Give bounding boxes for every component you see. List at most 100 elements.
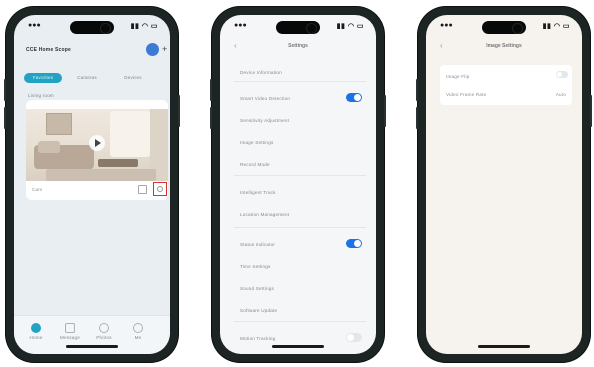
settings-screen: ●●● ▮▮ ◠ ▭ ‹ Settings Device Information… [220,15,376,354]
toggle-knob [557,72,562,77]
dynamic-island [276,21,320,34]
camera-preview[interactable] [26,109,168,181]
share-icon[interactable] [138,185,147,194]
settings-row[interactable]: Record Mode [234,159,366,170]
tab-message[interactable]: Message [58,323,82,340]
page-title: Settings [288,43,308,49]
side-button [416,79,418,101]
device-tabs: Favorites Cameras Devices [24,73,162,85]
section-label: Living room [28,93,54,98]
tab-message-label: Message [59,335,81,340]
row-label: Smart Video Detection [240,96,291,101]
me-icon [133,323,143,333]
side-button [4,107,6,129]
settings-row[interactable]: Intelligent Track [234,187,366,198]
settings-row[interactable]: Motion Tracking [234,333,366,344]
tab-favorites[interactable]: Favorites [24,73,62,83]
divider [234,321,366,322]
tab-home[interactable]: Home [24,323,48,340]
tab-cameras[interactable]: Cameras [68,73,106,83]
settings-row[interactable]: Location Management [234,209,366,220]
row-label: Location Management [240,212,290,217]
camera-card[interactable]: Cam [26,100,168,200]
settings-button[interactable] [153,182,167,196]
row-label: Image Settings [240,140,274,145]
settings-group: Image Flip Video Frame Rate Auto [440,65,572,105]
phone-settings-screen: ●●● ▮▮ ◠ ▭ ‹ Settings Device Information… [210,7,386,362]
row-label: Sound Settings [240,286,274,291]
settings-row[interactable]: Smart Video Detection [234,93,366,104]
settings-row[interactable]: Device Information [234,67,366,78]
coffee-table [98,159,138,167]
signal-battery-icon: ▮▮ ◠ ▭ [542,23,570,30]
settings-row[interactable]: Time Settings [234,261,366,272]
profile-icon[interactable] [146,43,159,56]
home-indicator[interactable] [478,345,530,348]
row-label: Motion Tracking [240,336,276,341]
settings-row[interactable]: Sound Settings [234,283,366,294]
status-time-icon: ●●● [28,22,41,29]
home-icon [31,323,41,333]
dynamic-island [70,21,114,34]
settings-row[interactable]: Status Indicator [234,239,366,250]
side-button [384,95,386,127]
row-label: Image Flip [446,74,470,79]
row-label: Device Information [240,70,282,75]
toggle-knob [347,334,354,341]
image-flip-toggle[interactable] [556,71,568,78]
side-button [210,79,212,101]
divider [234,81,366,82]
device-label: Cam [32,187,43,192]
home-indicator[interactable] [66,345,118,348]
tracking-toggle[interactable] [346,333,362,342]
add-device-icon[interactable]: + [162,45,167,54]
gear-icon [157,186,163,192]
front-camera-icon [512,23,523,34]
toggle-knob [354,94,361,101]
row-label: Time Settings [240,264,271,269]
dynamic-island [482,21,526,34]
play-icon [95,139,101,147]
frame-rate-row[interactable]: Video Frame Rate Auto [440,89,572,100]
tab-home-label: Home [29,335,43,340]
status-time-icon: ●●● [234,22,247,29]
detection-toggle[interactable] [346,93,362,102]
tab-photos[interactable]: Photos [92,323,116,340]
front-camera-icon [306,23,317,34]
phone-home-screen: ●●● ▮▮ ◠ ▭ CCE Home Scope + Favorites Ca… [4,7,180,362]
home-title[interactable]: CCE Home Scope [26,47,71,53]
settings-row[interactable]: Sensitivity Adjustment [234,115,366,126]
sofa-cushion [38,141,60,153]
side-button [210,107,212,129]
home-indicator[interactable] [272,345,324,348]
side-button [590,95,592,127]
play-button[interactable] [89,135,105,151]
row-label: Video Frame Rate [446,92,487,97]
tab-me-label: Me [134,335,142,340]
status-time-icon: ●●● [440,22,453,29]
settings-row[interactable]: Software Update [234,305,366,316]
tab-me[interactable]: Me [126,323,150,340]
home-screen: ●●● ▮▮ ◠ ▭ CCE Home Scope + Favorites Ca… [14,15,170,354]
phone-image-settings-screen: ●●● ▮▮ ◠ ▭ ‹ Image Settings Image Flip V… [416,7,592,362]
photos-icon [99,323,109,333]
toggle-knob [354,240,361,247]
row-label: Record Mode [240,162,270,167]
side-button [178,95,180,127]
divider [234,227,366,228]
status-bar: ●●● ▮▮ ◠ ▭ [14,21,170,35]
row-label: Status Indicator [240,242,276,247]
floor-rug [46,169,156,181]
image-settings-screen: ●●● ▮▮ ◠ ▭ ‹ Image Settings Image Flip V… [426,15,582,354]
tab-photos-label: Photos [96,335,112,340]
front-camera-icon [100,23,111,34]
image-flip-row[interactable]: Image Flip [440,71,572,82]
tab-devices[interactable]: Devices [114,73,152,83]
side-button [416,107,418,129]
row-label: Sensitivity Adjustment [240,118,290,123]
signal-battery-icon: ▮▮ ◠ ▭ [130,23,158,30]
settings-row[interactable]: Image Settings [234,137,366,148]
bottom-tab-bar: Home Message Photos Me [14,315,170,354]
indicator-toggle[interactable] [346,239,362,248]
status-bar: ●●● ▮▮ ◠ ▭ [426,21,582,35]
